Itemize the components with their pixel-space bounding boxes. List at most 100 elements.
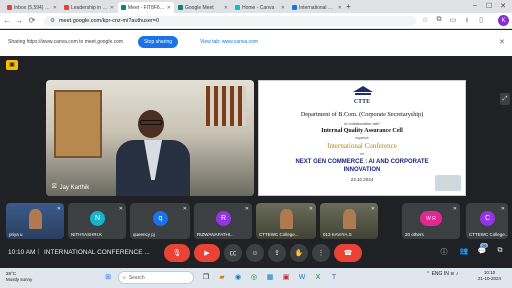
close-sharing-bar-icon[interactable]: ✕ — [499, 38, 505, 46]
extensions-icon[interactable]: ⧉ — [434, 16, 444, 24]
video-bottles — [206, 86, 246, 126]
browser-tab[interactable]: Google Meet ✕ — [175, 2, 231, 13]
weather-widget[interactable]: 28°C Mostly sunny — [6, 271, 32, 283]
more-icon: ⋮ — [317, 250, 325, 257]
cast-icon[interactable]: ▭ — [448, 16, 458, 24]
word-icon[interactable]: W — [296, 271, 308, 283]
search-icon: ⌕ — [123, 274, 126, 281]
muted-mic-icon: ✕ — [118, 206, 123, 212]
site-info-icon[interactable]: ⚙ — [50, 18, 55, 24]
participant-tile[interactable]: C CTTEWC College... ✕ — [466, 203, 508, 239]
address-bar: ← → ⟳ ⚙ meet.google.com/kpr-cnz-mi?authu… — [0, 13, 512, 29]
hand-icon: ✋ — [294, 250, 304, 257]
office-icon[interactable]: ▣ — [280, 271, 292, 283]
more-options-button[interactable]: ⋮ — [312, 244, 330, 262]
shared-slide[interactable]: CTTE Department of B.Com. (Corporate Sec… — [258, 80, 466, 196]
file-explorer-icon[interactable]: ▰ — [216, 271, 228, 283]
close-tab-icon[interactable]: ✕ — [281, 5, 285, 11]
participant-name: 013 KAVIYA.S — [323, 232, 352, 237]
tab-favicon-icon — [292, 5, 297, 10]
download-icon[interactable]: ⭳ — [462, 16, 472, 27]
browser-tab[interactable]: Meet - FIT8F6A... ✕ — [118, 2, 174, 13]
close-tab-icon[interactable]: ✕ — [224, 5, 228, 11]
taskbar-search-input[interactable]: ⌕ Search — [118, 271, 194, 284]
system-tray[interactable]: ⌃ ENG IN ≋ ♪ — [426, 271, 458, 277]
chat-icon[interactable]: 💬 — [476, 247, 488, 255]
mic-off-button[interactable]: 🎙 — [164, 244, 190, 262]
tray-up-icon[interactable]: ⌃ — [426, 271, 430, 277]
participant-tile[interactable]: 013 KAVIYA.S ✕ — [320, 203, 378, 239]
muted-mic-icon: ✕ — [182, 206, 187, 212]
raise-hand-button[interactable]: ✋ — [290, 244, 308, 262]
slide-theme-line1: NEXT GEN COMMERCE : AI AND CORPORATE — [295, 159, 429, 165]
logo-text: CTTE — [353, 99, 371, 105]
muted-mic-icon: ✕ — [370, 206, 375, 212]
captions-button[interactable]: ㏄ — [224, 244, 242, 262]
browser-tab[interactable]: International Co... ✕ — [289, 2, 345, 13]
volume-icon[interactable]: ♪ — [456, 271, 459, 277]
present-icon: ⇪ — [274, 250, 280, 257]
expand-tile-icon[interactable]: ⤢ — [500, 93, 510, 105]
reload-icon[interactable]: ⟳ — [27, 16, 37, 25]
info-icon[interactable]: ⓘ — [438, 247, 450, 257]
participant-avatar: N — [90, 211, 105, 226]
participant-tile[interactable]: q queency pj ✕ — [130, 203, 190, 239]
participant-video — [29, 209, 42, 230]
camera-off-button[interactable]: ▶ — [194, 244, 220, 262]
back-icon[interactable]: ← — [2, 16, 12, 25]
speaker-video-tile[interactable]: ⛝ Jay Karthik — [46, 80, 254, 196]
forward-icon[interactable]: → — [14, 16, 24, 25]
participant-tile[interactable]: R RIZWANAFATHI... ✕ — [194, 203, 252, 239]
slide-collab: in collaboration with — [344, 121, 380, 126]
tab-title: Home - Canva — [242, 4, 275, 11]
maximize-icon[interactable]: ☐ — [484, 2, 494, 10]
leave-call-button[interactable]: ☎ — [334, 244, 362, 262]
participant-name: NITHYASHRI.K — [71, 232, 103, 237]
system-date: 21-10-2024 — [478, 276, 502, 281]
task-view-icon[interactable]: ❐ — [200, 271, 212, 283]
teams-icon[interactable]: T — [328, 271, 340, 283]
muted-mic-icon: ✕ — [308, 206, 313, 212]
excel-icon[interactable]: X — [312, 271, 324, 283]
tab-title: Inbox (5,594) - ctcc... — [14, 4, 51, 11]
present-button[interactable]: ⇪ — [268, 244, 286, 262]
close-tab-icon[interactable]: ✕ — [110, 5, 114, 11]
participant-tile[interactable]: W R 20 others ✕ — [402, 203, 460, 239]
bookmark-star-icon[interactable]: ☆ — [420, 16, 430, 24]
tab-title: Meet - FIT8F6A... — [128, 4, 165, 11]
close-window-icon[interactable]: ✕ — [498, 2, 508, 10]
new-tab-button[interactable]: + — [346, 2, 351, 11]
browser-tab[interactable]: Home - Canva ✕ — [232, 2, 288, 13]
muted-mic-icon: ✕ — [56, 206, 61, 212]
presenting-icon: ⛝ — [52, 184, 57, 190]
wifi-icon[interactable]: ≋ — [450, 271, 454, 277]
store-icon[interactable]: ▦ — [264, 271, 276, 283]
captions-icon[interactable]: ▣ — [6, 60, 18, 70]
slide-department: Department of B.Com. (Corporate Secretar… — [300, 111, 424, 118]
participant-tile[interactable]: priya u ✕ — [6, 203, 64, 239]
people-icon[interactable]: 👥 — [458, 247, 470, 255]
stop-sharing-button[interactable]: Stop sharing — [138, 36, 178, 48]
browser-tab[interactable]: Inbox (5,594) - ctcc...✕ — [4, 2, 60, 13]
view-tab-link[interactable]: View tab: www.canva.com — [200, 39, 258, 45]
emoji-button[interactable]: ☺ — [246, 244, 264, 262]
participant-tile[interactable]: N NITHYASHRI.K ✕ — [68, 203, 126, 239]
activities-icon[interactable]: ⧉ — [494, 247, 506, 255]
minimize-icon[interactable]: – — [470, 2, 480, 9]
slide-theme-line2: INNOVATION — [343, 167, 381, 173]
language-indicator[interactable]: ENG IN — [432, 271, 449, 277]
url-input[interactable]: ⚙ meet.google.com/kpr-cnz-mi?authuser=0 — [44, 16, 416, 26]
close-tab-icon[interactable]: ✕ — [53, 5, 57, 11]
chrome-icon[interactable]: ◎ — [248, 271, 260, 283]
close-tab-icon[interactable]: ✕ — [167, 5, 171, 11]
tab-title: Google Meet — [185, 4, 214, 11]
sidepanel-icon[interactable]: ▯ — [476, 16, 486, 24]
profile-avatar[interactable]: K — [498, 15, 509, 26]
edge-icon[interactable]: ◉ — [232, 271, 244, 283]
camera-off-icon: ▶ — [204, 250, 210, 257]
participant-tile[interactable]: CTTEWC College... ✕ — [256, 203, 316, 239]
close-tab-icon[interactable]: ✕ — [338, 5, 342, 11]
browser-tab[interactable]: Leadership in the v...✕ — [61, 2, 117, 13]
start-icon[interactable]: ⊞ — [102, 271, 114, 283]
system-clock[interactable]: 10:10 21-10-2024 — [478, 270, 501, 282]
